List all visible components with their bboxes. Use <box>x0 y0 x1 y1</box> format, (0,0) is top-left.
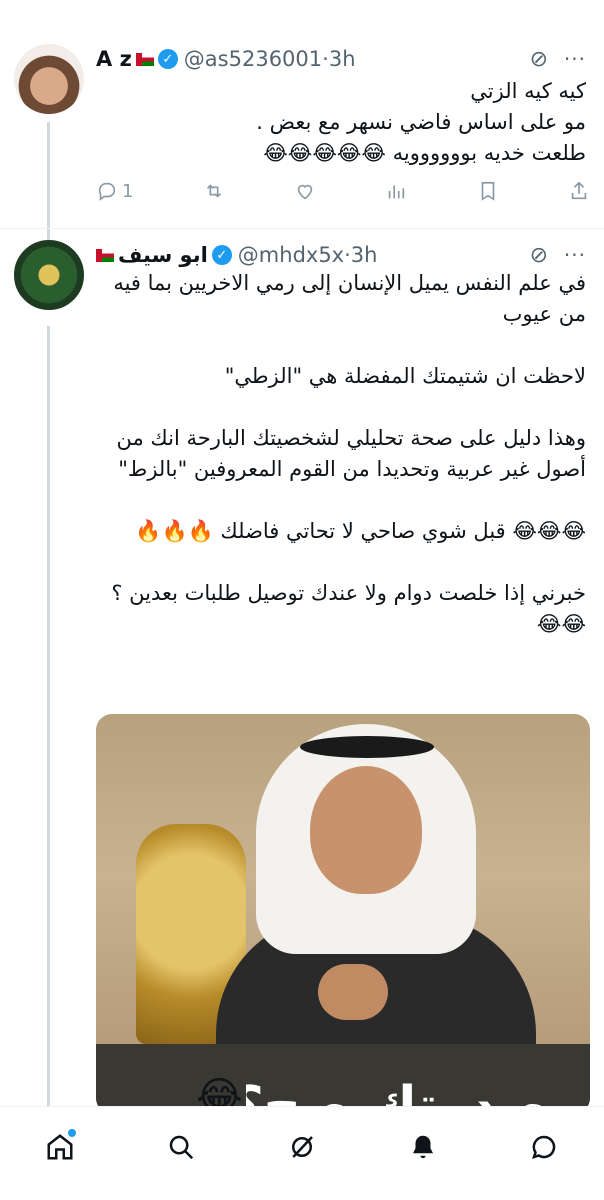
thread-connector <box>47 122 50 244</box>
tweet-divider <box>0 228 604 229</box>
separator-dot: · <box>344 243 351 267</box>
tweet-text: كيه كيه الزتي مو على اساس فاضي نسهر مع ب… <box>96 76 586 169</box>
handle[interactable]: @as5236001 <box>184 47 322 71</box>
display-name[interactable]: ابو سيف <box>118 243 208 267</box>
person-face-shape <box>310 766 422 894</box>
grok-icon <box>291 1136 313 1158</box>
tweet-header: A z ✓ @as5236001 · 3h ⊘ ··· <box>96 42 604 76</box>
search-icon <box>169 1135 194 1160</box>
reply-button[interactable]: 1 <box>96 178 133 204</box>
bottom-tab-bar <box>0 1106 604 1200</box>
tab-search[interactable] <box>161 1127 201 1167</box>
grok-icon[interactable]: ⊘ <box>530 243 548 268</box>
oman-flag-icon <box>96 248 114 262</box>
tweet-paragraph: لاحظت ان شتيمتك المفضلة هي "الزطي" <box>224 364 586 388</box>
grok-icon[interactable]: ⊘ <box>530 47 548 72</box>
tab-notifications[interactable] <box>403 1127 443 1167</box>
tweet-paragraph: 😂😂😂 قبل شوي صاحي لا تحاتي فاضلك 🔥🔥🔥 <box>135 519 586 543</box>
retweet-button[interactable] <box>203 178 225 204</box>
oman-flag-icon <box>135 52 154 66</box>
messages-icon <box>531 1135 555 1159</box>
tweet-paragraph: في علم النفس يميل الإنسان إلى رمي الاخري… <box>106 271 586 326</box>
retweet-icon <box>206 184 221 198</box>
views-icon <box>389 185 405 199</box>
bookmark-icon <box>481 181 494 201</box>
tab-home[interactable] <box>40 1127 80 1167</box>
reply-count: 1 <box>122 180 134 202</box>
agal-shape <box>300 736 434 758</box>
pointing-hand-shape <box>318 964 388 1020</box>
views-button[interactable] <box>385 178 407 204</box>
like-button[interactable] <box>294 178 316 204</box>
tweet-header: ابو سيف ✓ @mhdx5x · 3h ⊘ ··· <box>96 238 604 272</box>
separator-dot: · <box>322 47 329 71</box>
timestamp[interactable]: 3h <box>329 47 356 71</box>
display-name[interactable]: A z <box>96 47 132 71</box>
reply-icon <box>98 182 116 201</box>
verified-badge-icon: ✓ <box>211 245 232 265</box>
tweet-actions: 1 <box>96 178 590 204</box>
share-icon <box>571 181 587 200</box>
tweet-media-image[interactable]: 😂 صدوتك صح؟ <box>96 714 590 1114</box>
bell-icon <box>412 1135 433 1159</box>
tweet-text: في علم النفس يميل الإنسان إلى رمي الاخري… <box>96 268 586 640</box>
avatar[interactable] <box>14 44 84 114</box>
tweet-line: طلعت خديه بوووووويه 😂😂😂😂😂 <box>263 141 586 165</box>
verified-badge-icon: ✓ <box>157 49 178 69</box>
share-button[interactable] <box>568 178 590 204</box>
more-icon[interactable]: ··· <box>564 243 586 267</box>
handle[interactable]: @mhdx5x <box>238 243 344 267</box>
tweet-paragraph: خبرني إذا خلصت دوام ولا عندك توصيل طلبات… <box>111 581 586 636</box>
avatar[interactable] <box>14 240 84 310</box>
tweet-line: كيه كيه الزتي <box>470 79 586 103</box>
tab-messages[interactable] <box>524 1127 564 1167</box>
tweet-line: مو على اساس فاضي نسهر مع بعض . <box>256 110 586 134</box>
tab-grok[interactable] <box>282 1127 322 1167</box>
tweet-paragraph: وهذا دليل على صحة تحليلي لشخصيتك البارحة… <box>109 426 586 481</box>
timestamp[interactable]: 3h <box>351 243 378 267</box>
more-icon[interactable]: ··· <box>564 47 586 71</box>
thread-connector <box>47 326 50 1116</box>
bookmark-button[interactable] <box>477 178 499 204</box>
like-icon <box>297 184 313 200</box>
